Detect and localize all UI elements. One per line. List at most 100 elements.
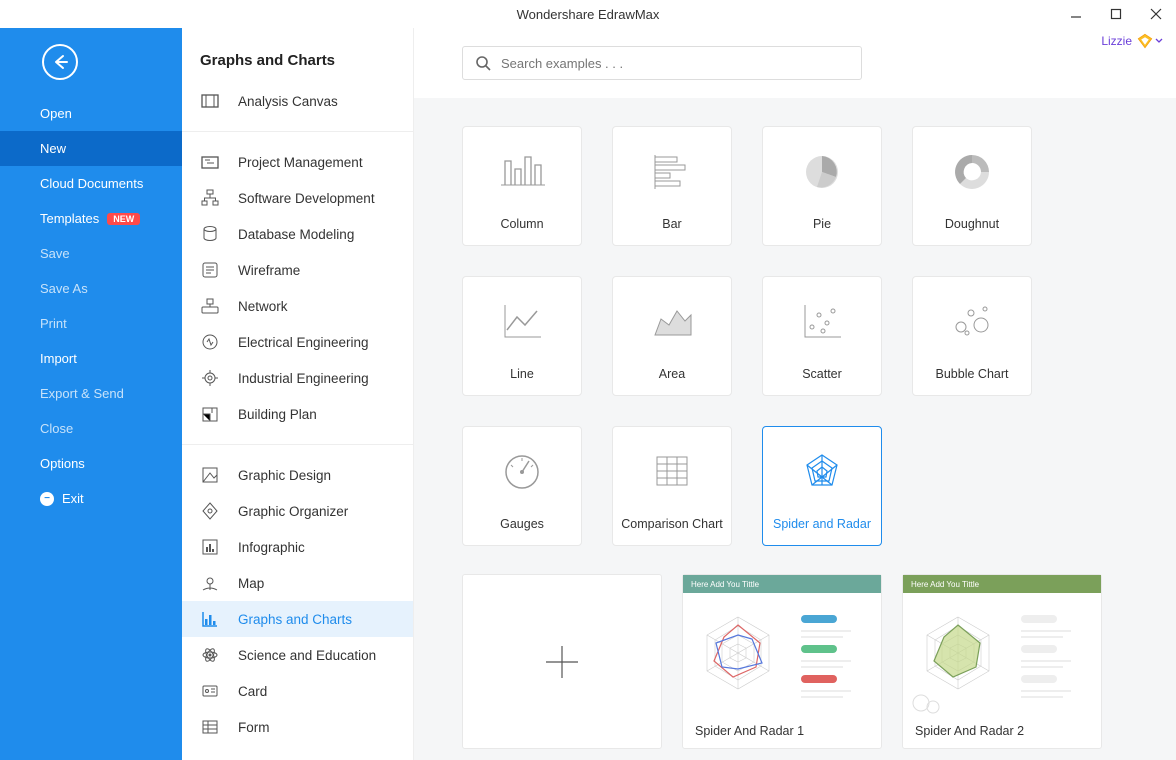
chart-type-comparison-chart[interactable]: Comparison Chart [612, 426, 732, 546]
sidebar-item-label: Open [40, 106, 72, 121]
sidebar-item-label: Import [40, 351, 77, 366]
search-icon [475, 55, 491, 71]
category-icon [200, 188, 220, 208]
sidebar-item-label: Options [40, 456, 85, 471]
sidebar-item-save[interactable]: Save [0, 236, 182, 271]
template-band: Here Add You Tittle [683, 575, 881, 593]
chart-type-icon [913, 277, 1031, 367]
chart-type-scatter[interactable]: Scatter [762, 276, 882, 396]
chart-type-icon [463, 277, 581, 367]
category-label: Industrial Engineering [238, 371, 369, 386]
template-card[interactable]: Here Add You Tittle Spider And Radar 2 [902, 574, 1102, 749]
user-menu[interactable]: Lizzie [1101, 32, 1164, 50]
template-caption: Spider And Radar 2 [903, 715, 1101, 747]
chart-type-label: Comparison Chart [621, 517, 722, 545]
category-icon [200, 91, 220, 111]
sidebar-item-print[interactable]: Print [0, 306, 182, 341]
category-item-science-and-education[interactable]: Science and Education [182, 637, 413, 673]
arrow-left-icon [51, 53, 69, 71]
sidebar-item-new[interactable]: New [0, 131, 182, 166]
template-blank[interactable] [462, 574, 662, 749]
sidebar-item-open[interactable]: Open [0, 96, 182, 131]
category-item-network[interactable]: Network [182, 288, 413, 324]
chart-type-label: Area [659, 367, 685, 395]
chart-type-label: Line [510, 367, 534, 395]
minimize-button[interactable] [1056, 0, 1096, 28]
category-label: Card [238, 684, 267, 699]
category-item-software-development[interactable]: Software Development [182, 180, 413, 216]
category-label: Form [238, 720, 270, 735]
category-item-map[interactable]: Map [182, 565, 413, 601]
category-item-graphic-design[interactable]: Graphic Design [182, 457, 413, 493]
category-label: Building Plan [238, 407, 317, 422]
category-item-project-management[interactable]: Project Management [182, 144, 413, 180]
chart-type-label: Spider and Radar [773, 517, 871, 545]
sidebar-item-export-&-send[interactable]: Export & Send [0, 376, 182, 411]
sidebar-item-label: Close [40, 421, 73, 436]
chart-type-spider-and-radar[interactable]: Spider and Radar [762, 426, 882, 546]
sidebar-item-label: Save [40, 246, 70, 261]
category-item-graphs-and-charts[interactable]: Graphs and Charts [182, 601, 413, 637]
category-label: Graphs and Charts [238, 612, 352, 627]
category-item-form[interactable]: Form [182, 709, 413, 745]
sidebar-item-label: Print [40, 316, 67, 331]
category-item-card[interactable]: Card [182, 673, 413, 709]
sidebar-item-label: Cloud Documents [40, 176, 143, 191]
category-item-analysis-canvas[interactable]: Analysis Canvas [182, 83, 413, 119]
chart-type-area[interactable]: Area [612, 276, 732, 396]
category-label: Database Modeling [238, 227, 354, 242]
chart-type-column[interactable]: Column [462, 126, 582, 246]
template-card[interactable]: Here Add You TittleSpider And Radar 1 [682, 574, 882, 749]
user-name: Lizzie [1101, 34, 1132, 48]
category-label: Network [238, 299, 288, 314]
sidebar-item-options[interactable]: Options [0, 446, 182, 481]
chart-type-bubble-chart[interactable]: Bubble Chart [912, 276, 1032, 396]
sidebar-item-import[interactable]: Import [0, 341, 182, 376]
category-icon [200, 332, 220, 352]
titlebar: Wondershare EdrawMax [0, 0, 1176, 28]
category-item-wireframe[interactable]: Wireframe [182, 252, 413, 288]
chart-type-doughnut[interactable]: Doughnut [912, 126, 1032, 246]
chart-type-pie[interactable]: Pie [762, 126, 882, 246]
sidebar-item-exit[interactable]: −Exit [0, 481, 182, 516]
category-icon [200, 717, 220, 737]
sidebar-item-close[interactable]: Close [0, 411, 182, 446]
chart-type-icon [763, 127, 881, 217]
search-input[interactable] [501, 56, 849, 71]
category-item-building-plan[interactable]: Building Plan [182, 396, 413, 432]
search-box[interactable] [462, 46, 862, 80]
new-badge: NEW [107, 213, 140, 225]
app-title: Wondershare EdrawMax [517, 7, 660, 22]
category-label: Graphic Design [238, 468, 331, 483]
template-thumbnail: Here Add You Tittle [683, 575, 881, 715]
category-icon [200, 465, 220, 485]
category-item-electrical-engineering[interactable]: Electrical Engineering [182, 324, 413, 360]
sidebar-item-label: Save As [40, 281, 88, 296]
category-icon [200, 501, 220, 521]
chart-type-gauges[interactable]: Gauges [462, 426, 582, 546]
chart-type-label: Doughnut [945, 217, 999, 245]
chart-type-icon [763, 427, 881, 517]
chart-type-line[interactable]: Line [462, 276, 582, 396]
sidebar-item-templates[interactable]: Templates NEW [0, 201, 182, 236]
category-icon [200, 260, 220, 280]
back-button[interactable] [42, 44, 78, 80]
category-icon [200, 609, 220, 629]
file-menu-sidebar: Open New Cloud Documents Templates NEW Save Sa… [0, 28, 182, 760]
category-item-infographic[interactable]: Infographic [182, 529, 413, 565]
chart-type-label: Gauges [500, 517, 544, 545]
sidebar-item-label: Templates [40, 211, 99, 226]
sidebar-item-cloud-documents[interactable]: Cloud Documents [0, 166, 182, 201]
category-label: Wireframe [238, 263, 300, 278]
template-band: Here Add You Tittle [903, 575, 1101, 593]
sidebar-item-label: New [40, 141, 66, 156]
category-item-industrial-engineering[interactable]: Industrial Engineering [182, 360, 413, 396]
close-button[interactable] [1136, 0, 1176, 28]
category-label: Infographic [238, 540, 305, 555]
chart-type-label: Column [500, 217, 543, 245]
sidebar-item-save-as[interactable]: Save As [0, 271, 182, 306]
category-item-database-modeling[interactable]: Database Modeling [182, 216, 413, 252]
category-item-graphic-organizer[interactable]: Graphic Organizer [182, 493, 413, 529]
maximize-button[interactable] [1096, 0, 1136, 28]
chart-type-bar[interactable]: Bar [612, 126, 732, 246]
